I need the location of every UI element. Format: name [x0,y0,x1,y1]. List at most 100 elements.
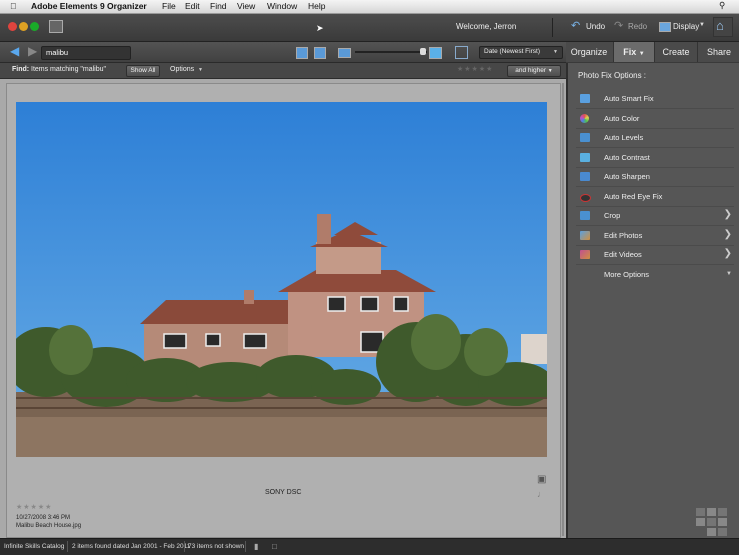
photo-rating-stars[interactable]: ★★★★★ [16,503,52,511]
auto-smart-fix-option[interactable]: Auto Smart Fix [576,90,734,109]
contrast-icon [580,153,590,162]
auto-red-eye-fix-option[interactable]: Auto Red Eye Fix [576,188,734,207]
undo-icon[interactable]: ↶ [571,19,580,32]
menu-view[interactable]: View [237,1,255,11]
spotlight-search-icon[interactable]: ⚲ [719,0,725,11]
app-name[interactable]: Adobe Elements 9 Organizer [31,1,147,11]
watermark-grid-icon [694,506,738,538]
option-label: Auto Color [604,114,640,123]
items-found-text: 2 items found dated Jan 2001 - Feb 2011 [72,543,191,550]
search-field[interactable]: malibu [41,46,131,60]
rating-dropdown-arrow-icon: ▼ [547,68,553,74]
tab-share[interactable]: Share [697,42,739,62]
find-query-text: Items matching "malibu" [31,66,106,73]
rating-filter-stars[interactable]: ★★★★★ [457,65,493,73]
more-options-dropdown-icon: ▼ [726,271,732,277]
media-browser[interactable]: ▣ ♩ SONY DSC ★★★★★ 10/27/2008 3:46 PM Ma… [0,79,566,538]
items-not-shown-text: 73 items not shown [188,543,245,550]
edit-videos-option[interactable]: Edit Videos ❯ [576,246,734,265]
auto-levels-option[interactable]: Auto Levels [576,129,734,148]
redo-button[interactable]: Redo [628,22,647,31]
option-label: More Options [604,270,650,279]
auto-contrast-option[interactable]: Auto Contrast [576,149,734,168]
folders-icon[interactable] [314,47,326,59]
zoom-window-icon[interactable] [30,22,39,31]
tab-fix-label: Fix [623,47,637,57]
media-icon[interactable] [296,47,308,59]
auto-sharpen-option[interactable]: Auto Sharpen [576,168,734,187]
navigation-bar: ◀ ▶ malibu Date (Newest First) ▼ [0,42,566,63]
auto-color-option[interactable]: Auto Color [576,110,734,129]
option-label: Auto Smart Fix [604,94,654,103]
option-label: Edit Photos [604,231,643,240]
panel-tabs: Organize Fix ▼ Create Share [566,42,739,62]
sort-order-value: Date (Newest First) [484,48,540,55]
options-dropdown-arrow-icon[interactable]: ▼ [198,67,203,73]
menu-help[interactable]: Help [308,1,325,11]
home-button[interactable]: ⌂ [713,17,733,37]
red-eye-icon [580,194,591,202]
option-label: Auto Sharpen [604,172,650,181]
options-menu[interactable]: Options [170,66,194,73]
close-window-icon[interactable] [8,22,17,31]
show-all-button[interactable]: Show All [126,65,160,77]
sharpen-icon [580,172,590,181]
tab-fix-dropdown-icon: ▼ [638,51,645,57]
tab-organize[interactable]: Organize [566,42,612,62]
forward-arrow-icon[interactable]: ▶ [28,44,37,58]
rating-filter-dropdown[interactable]: and higher ▼ [507,65,561,77]
menu-window[interactable]: Window [267,1,297,11]
home-icon: ⌂ [716,18,724,33]
mac-menubar:  Adobe Elements 9 Organizer File Edit F… [0,0,739,14]
small-thumbnail-icon[interactable] [338,48,351,58]
fix-panel: Photo Fix Options : Auto Smart Fix Auto … [566,63,739,538]
edit-photos-option[interactable]: Edit Photos ❯ [576,227,734,246]
content-scrollbar[interactable] [562,83,564,536]
undo-button[interactable]: Undo [586,22,605,31]
catalog-name[interactable]: Infinite Skills Catalog [4,543,64,550]
separator [245,541,246,552]
sync-icon[interactable]: ▮ [254,542,258,551]
display-icon[interactable] [659,22,671,32]
find-label: Find: [12,66,30,73]
large-thumbnail-icon[interactable] [429,47,442,59]
thumbnail-size-slider[interactable] [355,51,427,53]
back-arrow-icon[interactable]: ◀ [10,44,19,58]
lock-icon[interactable]: □ [272,542,277,551]
menu-file[interactable]: File [162,1,176,11]
menu-edit[interactable]: Edit [185,1,200,11]
option-label: Crop [604,211,621,220]
levels-icon [580,133,590,142]
tab-fix[interactable]: Fix ▼ [613,42,654,62]
separator [184,541,185,552]
color-wheel-icon [580,114,589,123]
option-label: Auto Red Eye Fix [604,192,663,201]
slider-handle[interactable] [420,48,426,55]
rating-filter-value: and higher [515,67,546,74]
chevron-right-icon: ❯ [723,248,732,259]
photo-malibu-beach-house[interactable] [16,102,547,457]
audio-icon[interactable]: ♩ [537,489,546,499]
display-button[interactable]: Display [673,22,699,31]
apple-icon[interactable]:  [10,1,16,11]
status-bar: Infinite Skills Catalog 2 items found da… [0,538,739,555]
screen-icon[interactable] [49,20,63,33]
sort-order-dropdown[interactable]: Date (Newest First) ▼ [479,46,563,59]
info-icon[interactable]: ▣ [537,474,546,485]
smart-fix-icon [580,94,590,103]
search-field-value: malibu [46,48,69,57]
redo-icon[interactable]: ↷ [614,19,623,32]
minimize-window-icon[interactable] [19,22,28,31]
separator [552,18,553,37]
more-options-option[interactable]: More Options ▼ [576,266,734,284]
option-label: Edit Videos [604,250,642,259]
photo-filename: Malibu Beach House.jpg [16,523,82,529]
crop-option[interactable]: Crop ❯ [576,207,734,226]
tab-create[interactable]: Create [654,42,697,62]
menu-find[interactable]: Find [210,1,227,11]
full-screen-icon[interactable] [455,46,468,59]
window-titlebar: ➤ Welcome, Jerron ↶ Undo ↷ Redo Display … [0,14,739,42]
crop-icon [580,211,590,220]
photo-date: 10/27/2008 3:46 PM [16,515,71,521]
display-dropdown-arrow-icon[interactable]: ▼ [699,22,705,28]
